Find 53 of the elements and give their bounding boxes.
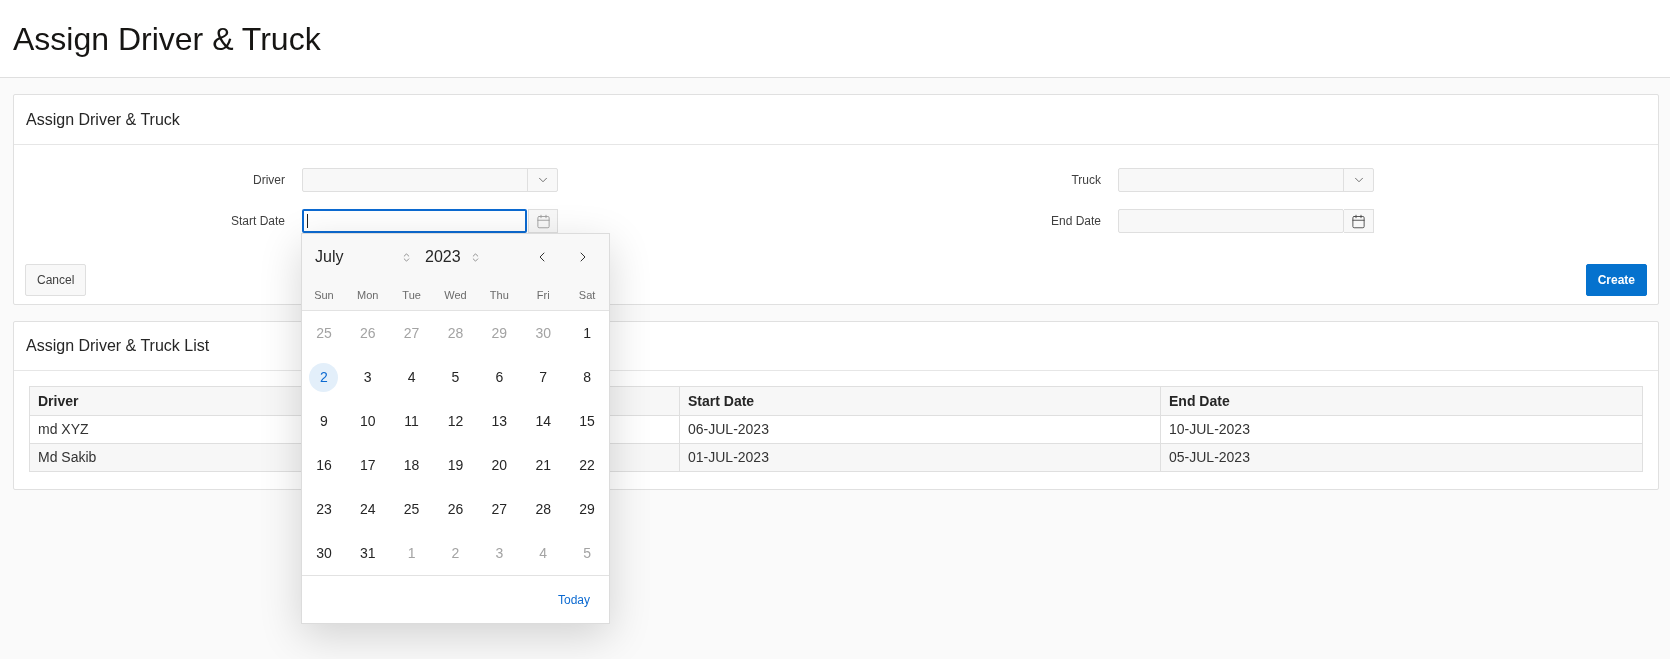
calendar-day[interactable]: 1 <box>572 318 602 348</box>
calendar-icon <box>1351 213 1366 229</box>
chevron-up-down-icon <box>401 250 412 264</box>
field-label: Driver <box>252 172 286 189</box>
select-field[interactable] <box>302 168 558 192</box>
date-input[interactable] <box>302 209 527 233</box>
weekday-label: Sun <box>314 287 334 303</box>
weekday-label: Mon <box>357 287 379 303</box>
calendar-button[interactable] <box>1344 209 1374 233</box>
calendar-day[interactable]: 16 <box>309 450 339 480</box>
year-select[interactable]: 2023 <box>425 245 481 269</box>
calendar-day[interactable]: 28 <box>528 494 558 524</box>
calendar-day[interactable]: 22 <box>572 450 602 480</box>
calendar-day[interactable]: 31 <box>353 538 383 568</box>
month-select[interactable]: July <box>315 245 412 269</box>
select-field[interactable] <box>1118 168 1374 192</box>
today-link[interactable]: Today <box>557 590 590 609</box>
region-title: Assign Driver & Truck List <box>26 336 210 356</box>
calendar-day[interactable]: 2 <box>309 362 339 392</box>
table-cell: 06-JUL-2023 <box>679 415 1161 444</box>
page-title: Assign Driver & Truck <box>13 19 321 59</box>
calendar-day[interactable]: 21 <box>528 450 558 480</box>
calendar-day[interactable]: 30 <box>309 538 339 568</box>
field-label: End Date <box>1049 213 1102 230</box>
calendar-day[interactable]: 24 <box>353 494 383 524</box>
calendar-day[interactable]: 27 <box>484 494 514 524</box>
calendar-day[interactable]: 20 <box>484 450 514 480</box>
weekday-label: Wed <box>444 287 467 303</box>
field-label: Truck <box>1070 172 1102 189</box>
weekday-label: Tue <box>402 287 421 303</box>
calendar-button[interactable] <box>528 209 558 233</box>
text-cursor <box>307 214 308 228</box>
calendar-icon <box>535 213 551 229</box>
calendar-day[interactable]: 19 <box>441 450 470 480</box>
create-button[interactable]: Create <box>1585 264 1647 296</box>
weekday-label: Sat <box>578 287 596 303</box>
column-header[interactable]: Start Date <box>679 386 1161 416</box>
calendar-day[interactable]: 26 <box>441 494 470 524</box>
table-cell: 01-JUL-2023 <box>679 443 1161 472</box>
calendar-day[interactable]: 17 <box>353 450 383 480</box>
calendar-day[interactable]: 18 <box>397 450 427 480</box>
calendar-day[interactable]: 29 <box>572 494 602 524</box>
column-header[interactable]: Driver <box>29 386 680 416</box>
cancel-button[interactable]: Cancel <box>25 264 87 296</box>
region-title: Assign Driver & Truck <box>26 109 180 130</box>
table-cell: 10-JUL-2023 <box>1160 415 1643 444</box>
column-header[interactable]: End Date <box>1160 386 1643 416</box>
calendar-day[interactable]: 23 <box>309 494 339 524</box>
field-label: Start Date <box>229 213 286 230</box>
weekday-label: Thu <box>489 287 509 303</box>
table-cell: 05-JUL-2023 <box>1160 443 1643 472</box>
calendar-day[interactable]: 25 <box>397 494 427 524</box>
weekday-label: Fri <box>536 287 550 303</box>
